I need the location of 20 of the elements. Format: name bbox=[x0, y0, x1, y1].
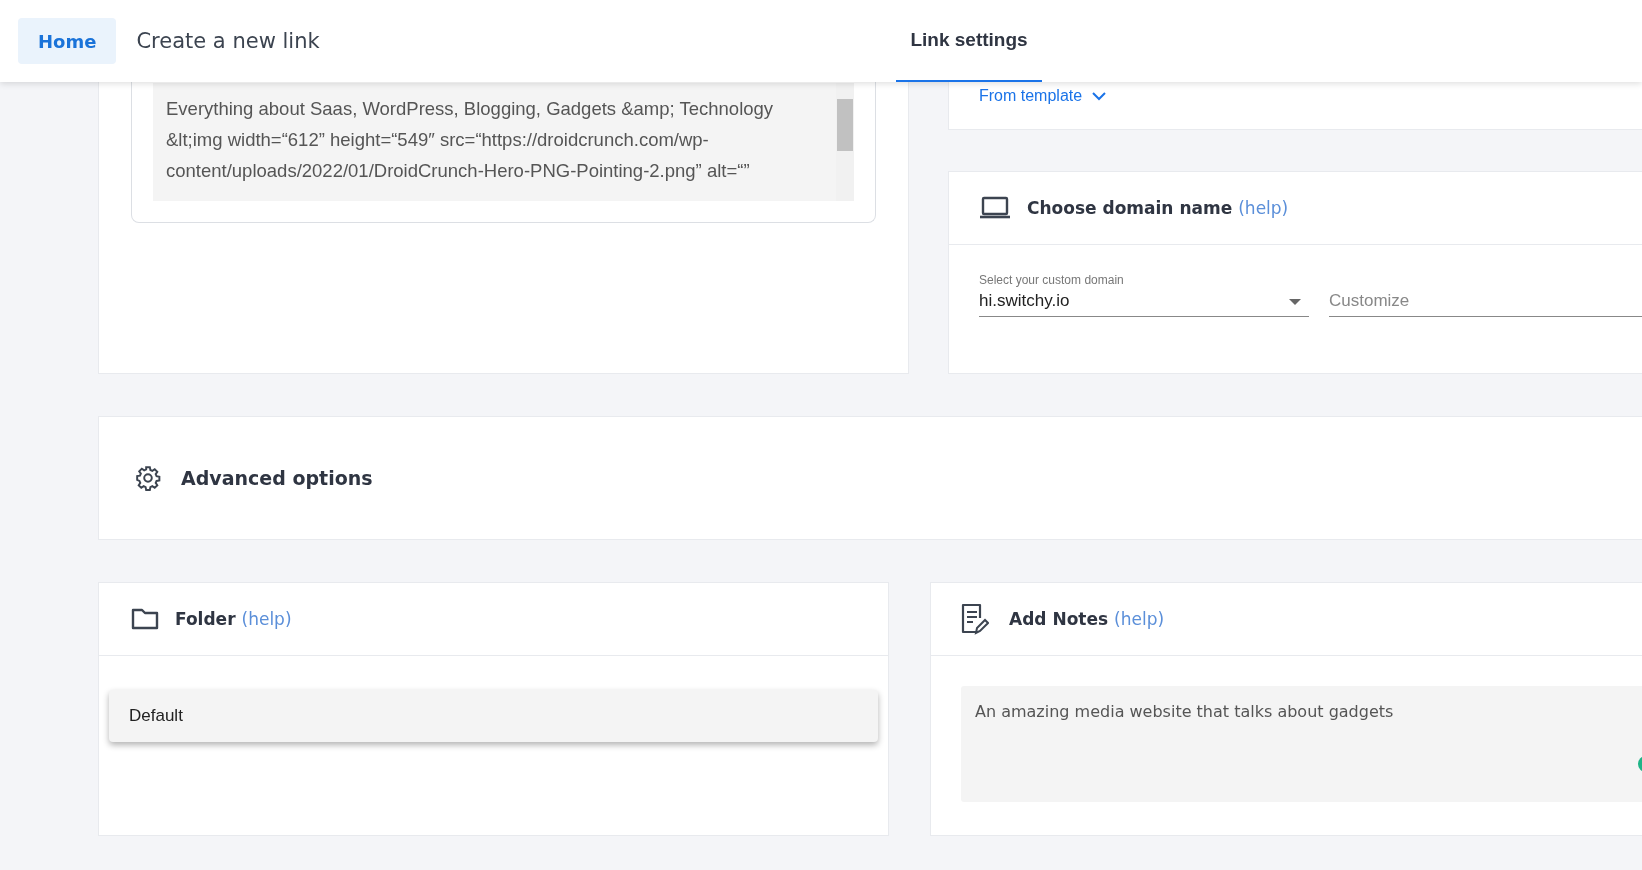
nav-tab[interactable]: Create a new link bbox=[116, 18, 340, 64]
card-title: Folder bbox=[175, 609, 236, 629]
customize-field[interactable]: Customize bbox=[1329, 290, 1642, 317]
domain-select[interactable]: Select your custom domain hi.switchy.io bbox=[979, 273, 1309, 317]
folder-icon bbox=[131, 608, 159, 630]
gear-icon bbox=[135, 465, 161, 491]
card-title: Choose domain name bbox=[1027, 198, 1233, 218]
description-field[interactable]: Everything about Saas, WordPress, Blogging, Gadgets &amp; Technology &lt;img width=“612” height=“549″ src=“https://droidcrunch.com/wp-content/uploads/2022/01/DroidCrunch-Hero-PNG-Pointing-2.png” alt=“” bbox=[153, 83, 854, 201]
note-edit-icon bbox=[959, 603, 989, 635]
nav-tab[interactable]: Home bbox=[18, 18, 117, 64]
menu-item[interactable]: Default bbox=[109, 690, 878, 742]
card-title: Advanced options bbox=[181, 467, 373, 489]
laptop-icon bbox=[979, 196, 1011, 220]
caret-icon bbox=[1289, 299, 1301, 305]
chevron-down-icon bbox=[1092, 91, 1107, 101]
notes-field[interactable]: An amazing media website that talks about gadgets bbox=[961, 686, 1642, 802]
field-label: Select your custom domain bbox=[979, 273, 1125, 287]
advanced-card[interactable]: Advanced options bbox=[98, 416, 1642, 540]
template-dropdown[interactable]: From template bbox=[979, 87, 1107, 105]
card-title: Add Notes bbox=[1009, 609, 1109, 629]
